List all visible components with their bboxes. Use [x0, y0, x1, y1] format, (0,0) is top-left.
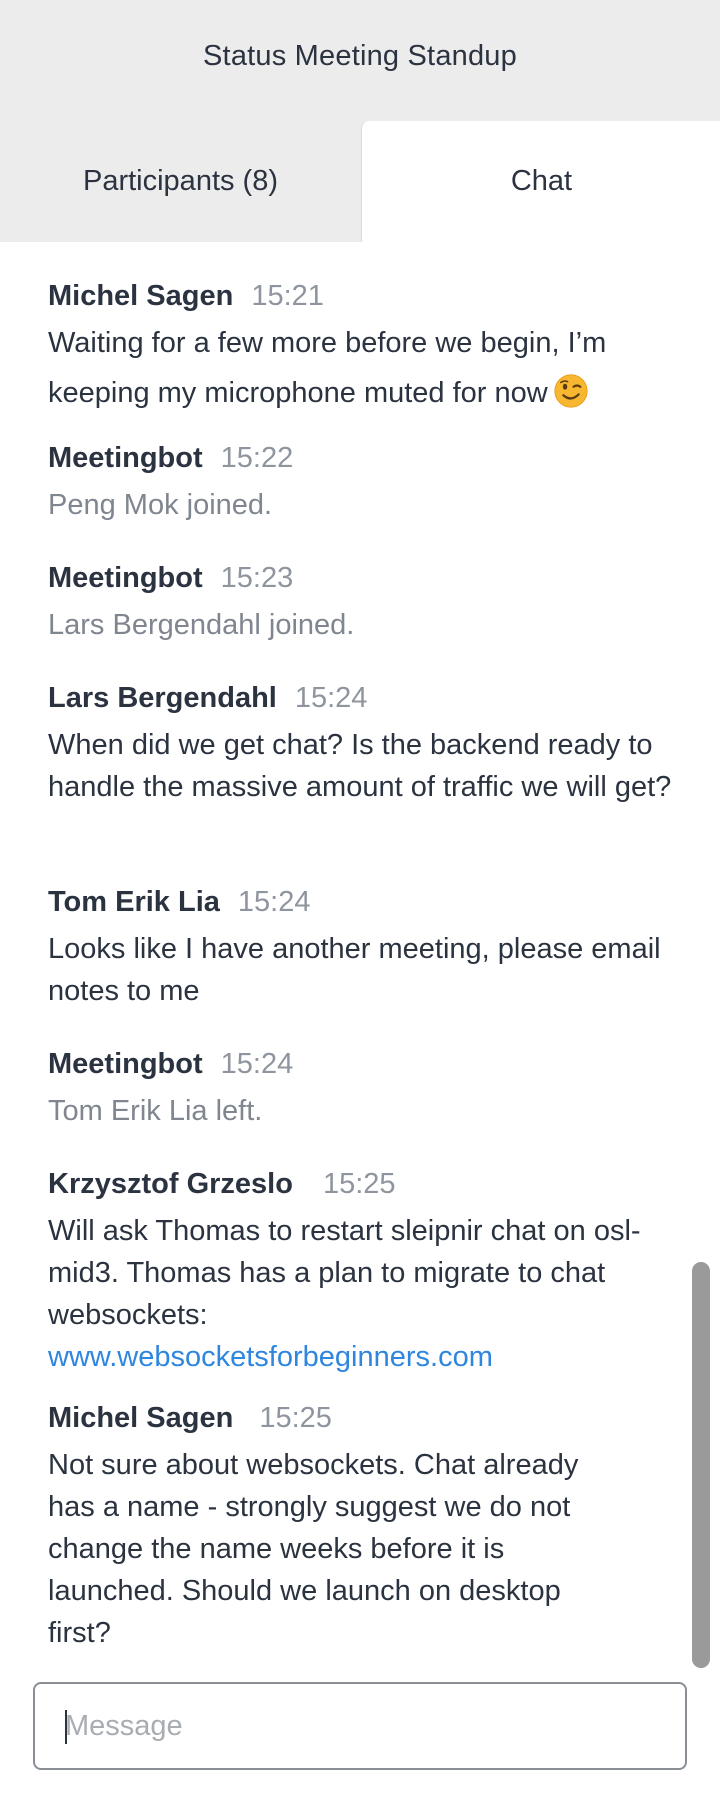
message-time: 15:24	[237, 886, 311, 918]
message-list[interactable]: Michel Sagen 15:21 Waiting for a few mor…	[0, 242, 700, 1670]
chat-message: Meetingbot 15:23 Lars Bergendahl joined.	[48, 562, 678, 646]
message-author: Michel Sagen	[48, 280, 234, 312]
message-time: 15:24	[294, 682, 368, 714]
message-text: Waiting for a few more before we begin, …	[48, 327, 607, 409]
message-header: Meetingbot 15:24	[48, 1048, 678, 1086]
message-header: Meetingbot 15:23	[48, 562, 678, 600]
text-caret	[65, 1710, 67, 1744]
message-header: Lars Bergendahl 15:24	[48, 682, 678, 720]
chat-message: Michel Sagen 15:25 Not sure about websoc…	[48, 1402, 678, 1654]
message-author: Krzysztof Grzeslo	[48, 1168, 293, 1200]
chat-message: Lars Bergendahl 15:24 When did we get ch…	[48, 682, 678, 808]
chat-message: Meetingbot 15:22 Peng Mok joined.	[48, 442, 678, 526]
winking-face-icon	[554, 374, 588, 408]
scrollbar-thumb[interactable]	[692, 1262, 710, 1668]
message-time: 15:22	[220, 442, 294, 474]
message-time: 15:21	[251, 280, 324, 312]
message-header: Michel Sagen 15:21	[48, 280, 678, 318]
message-author: Meetingbot	[48, 1048, 203, 1080]
message-header: Krzysztof Grzeslo 15:25	[48, 1168, 678, 1206]
message-text: Will ask Thomas to restart sleipnir chat…	[48, 1215, 641, 1331]
message-text: Lars Bergendahl joined.	[48, 609, 355, 641]
message-time: 15:24	[220, 1048, 294, 1080]
message-header: Tom Erik Lia 15:24	[48, 886, 678, 924]
message-author: Tom Erik Lia	[48, 886, 220, 918]
message-header: Meetingbot 15:22	[48, 442, 678, 480]
message-author: Lars Bergendahl	[48, 682, 277, 714]
message-text: Not sure about websockets. Chat already …	[48, 1449, 579, 1649]
meeting-header: Status Meeting Standup Participants (8) …	[0, 0, 720, 242]
message-header: Michel Sagen 15:25	[48, 1402, 678, 1440]
message-text: Tom Erik Lia left.	[48, 1095, 263, 1127]
tab-chat[interactable]: Chat	[361, 121, 720, 242]
message-text: Peng Mok joined.	[48, 489, 273, 521]
chat-message: Meetingbot 15:24 Tom Erik Lia left.	[48, 1048, 678, 1132]
message-input[interactable]	[65, 1684, 665, 1768]
message-time: 15:25	[259, 1402, 332, 1434]
message-body: Waiting for a few more before we begin, …	[48, 318, 678, 418]
message-author: Michel Sagen	[48, 1402, 234, 1434]
chat-message: Michel Sagen 15:21 Waiting for a few mor…	[48, 280, 678, 418]
message-text: Looks like I have another meeting, pleas…	[48, 933, 661, 1007]
message-time: 15:23	[220, 562, 294, 594]
message-link[interactable]: www.websocketsforbeginners.com	[48, 1336, 678, 1378]
message-author: Meetingbot	[48, 562, 203, 594]
chat-message: Krzysztof Grzeslo 15:25 Will ask Thomas …	[48, 1168, 678, 1378]
meeting-title: Status Meeting Standup	[203, 40, 517, 72]
message-composer	[33, 1682, 687, 1770]
tab-participants[interactable]: Participants (8)	[0, 121, 361, 242]
message-text: When did we get chat? Is the backend rea…	[48, 729, 672, 803]
chat-message: Tom Erik Lia 15:24 Looks like I have ano…	[48, 886, 678, 1012]
message-time: 15:25	[322, 1168, 396, 1200]
message-author: Meetingbot	[48, 442, 203, 474]
chat-app: Status Meeting Standup Participants (8) …	[0, 0, 720, 1800]
